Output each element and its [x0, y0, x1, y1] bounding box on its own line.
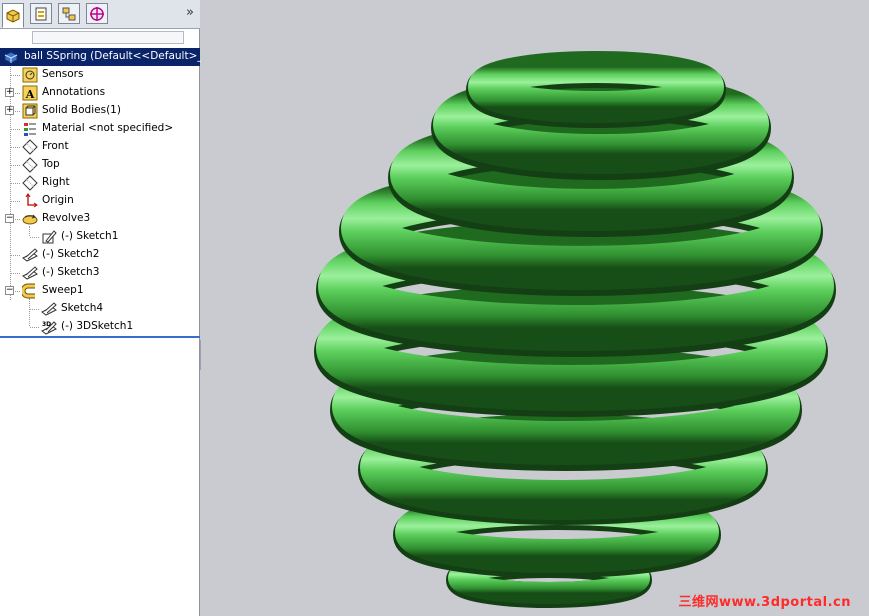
tree-item-front-plane[interactable]: Front: [0, 138, 200, 156]
expand-toggle[interactable]: +: [5, 88, 14, 97]
property-manager-icon: [35, 7, 47, 20]
sketch-icon: [42, 230, 57, 244]
annotations-icon: A: [22, 85, 38, 101]
collapse-panel-button[interactable]: »: [186, 5, 194, 20]
plane-icon: [22, 139, 38, 155]
tree-item-label: Revolve3: [42, 212, 91, 224]
tree-item-label: Material <not specified>: [42, 122, 174, 134]
tree-item-right-plane[interactable]: Right: [0, 174, 200, 192]
revolve-icon: [22, 214, 38, 225]
tree-item-sketch2[interactable]: (-) Sketch2: [0, 246, 200, 264]
tree-item-label: Sweep1: [42, 284, 84, 296]
tree-item-label: Solid Bodies(1): [42, 104, 121, 116]
tree-item-top-plane[interactable]: Top: [0, 156, 200, 174]
tree-item-label: Sketch4: [61, 302, 104, 314]
sensors-icon: [22, 67, 38, 83]
plane-icon: [22, 175, 38, 191]
tree-item-sketch4[interactable]: Sketch4: [0, 300, 200, 318]
collapse-toggle[interactable]: −: [5, 286, 14, 295]
configuration-manager-tab[interactable]: [58, 3, 80, 24]
panel-separator: [0, 336, 200, 338]
part-icon: [4, 51, 18, 64]
tree-item-revolve3[interactable]: − Revolve3: [0, 210, 200, 228]
tree-root-label: ball SSpring (Default<<Default>_PH: [24, 50, 217, 62]
tree-item-label: (-) Sketch3: [42, 266, 100, 278]
expand-toggle[interactable]: +: [5, 106, 14, 115]
svg-text:3D: 3D: [42, 321, 51, 328]
feature-manager-tab[interactable]: [2, 3, 24, 28]
tree-item-label: Front: [42, 140, 69, 152]
tree-item-label: Top: [42, 158, 60, 170]
tree-item-label: (-) Sketch1: [61, 230, 119, 242]
tree-filter-input[interactable]: [32, 31, 184, 44]
tree-item-annotations[interactable]: + A Annotations: [0, 84, 200, 102]
sketch-icon: [22, 248, 38, 262]
tree-item-label: Sensors: [42, 68, 84, 80]
spring-coils: [314, 51, 836, 608]
graphics-viewport[interactable]: 三维网www.3dportal.cn: [201, 0, 869, 616]
sweep-icon: [22, 283, 35, 299]
panel-tab-bar: »: [0, 0, 200, 29]
tree-item-material[interactable]: Material <not specified>: [0, 120, 200, 138]
collapse-toggle[interactable]: −: [5, 214, 14, 223]
tree-item-sensors[interactable]: Sensors: [0, 66, 200, 84]
sketch-icon: [41, 302, 57, 316]
tree-item-label: (-) 3DSketch1: [61, 320, 134, 332]
tree-item-label: Annotations: [42, 86, 106, 98]
feature-manager-icon: [6, 8, 20, 23]
tree-item-label: (-) Sketch2: [42, 248, 100, 260]
3dsketch-icon: 3D: [41, 321, 57, 335]
sketch-icon: [22, 266, 38, 280]
material-icon: [24, 123, 36, 136]
configuration-manager-icon: [62, 7, 76, 20]
property-manager-tab[interactable]: [30, 3, 52, 24]
tree-item-sketch3[interactable]: (-) Sketch3: [0, 264, 200, 282]
plane-icon: [22, 157, 38, 173]
tree-root-part[interactable]: ball SSpring (Default<<Default>_PH: [0, 48, 217, 66]
dimxpert-manager-tab[interactable]: [86, 3, 108, 24]
tree-item-origin[interactable]: Origin: [0, 192, 200, 210]
tree-item-sweep1[interactable]: − Sweep1: [0, 282, 200, 300]
origin-icon: [25, 193, 38, 208]
watermark-text: 三维网www.3dportal.cn: [678, 595, 851, 610]
solid-bodies-icon: [22, 103, 38, 119]
tree-item-3dsketch1[interactable]: 3D (-) 3DSketch1: [0, 318, 200, 336]
tree-item-sketch1[interactable]: (-) Sketch1: [0, 228, 200, 246]
tree-item-solid-bodies[interactable]: + Solid Bodies(1): [0, 102, 200, 120]
tree-item-label: Origin: [42, 194, 74, 206]
tree-item-label: Right: [42, 176, 70, 188]
svg-text:A: A: [25, 88, 35, 101]
spring-ball-model[interactable]: [201, 0, 869, 616]
feature-manager-panel: » ball SSpring (Default<<Default>_PH Sen…: [0, 0, 217, 616]
dimxpert-icon: [90, 6, 104, 21]
